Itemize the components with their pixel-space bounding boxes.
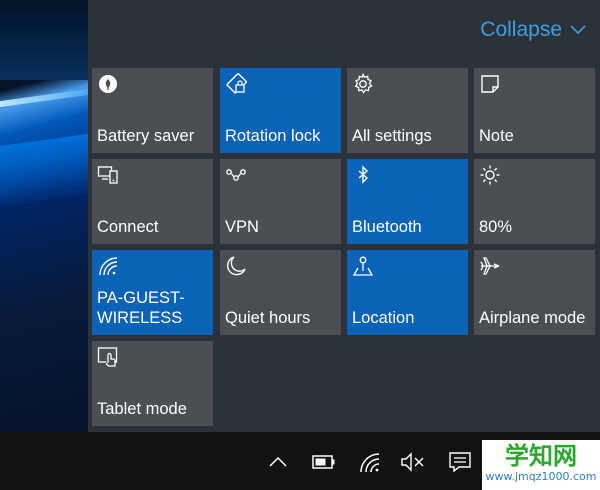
collapse-button[interactable]: Collapse xyxy=(480,18,586,42)
note-icon xyxy=(479,73,501,95)
location-icon xyxy=(352,255,374,277)
action-center-panel: Collapse Battery saver Rotation lock All… xyxy=(88,0,600,432)
connect-tile[interactable]: Connect xyxy=(92,159,213,244)
airplane-icon xyxy=(479,255,501,277)
chevron-down-icon xyxy=(570,18,586,42)
brightness-icon xyxy=(479,164,501,186)
vpn-tile[interactable]: VPN xyxy=(220,159,341,244)
battery-saver-tile[interactable]: Battery saver xyxy=(92,68,213,153)
watermark-url: www.jmqz1000.com xyxy=(485,470,597,483)
bluetooth-icon xyxy=(352,164,374,186)
leaf-icon xyxy=(97,73,119,95)
tile-label: Note xyxy=(479,127,514,145)
wifi-tile[interactable]: PA-GUEST- WIRELESS xyxy=(92,250,213,335)
desktop-light-beam xyxy=(0,88,88,108)
connect-icon xyxy=(97,164,119,186)
tablet-mode-tile[interactable]: Tablet mode xyxy=(92,341,213,426)
collapse-label: Collapse xyxy=(480,18,562,41)
watermark-title: 学知网 xyxy=(505,442,577,470)
tile-label: Rotation lock xyxy=(225,127,321,145)
all-settings-tile[interactable]: All settings xyxy=(347,68,468,153)
moon-icon xyxy=(225,255,247,277)
tile-label: PA-GUEST- WIRELESS xyxy=(97,289,185,327)
rotation-lock-tile[interactable]: Rotation lock xyxy=(220,68,341,153)
wifi-icon xyxy=(97,255,119,277)
airplane-mode-tile[interactable]: Airplane mode xyxy=(474,250,595,335)
chevron-up-icon[interactable] xyxy=(265,450,291,474)
desktop-light-band xyxy=(0,133,88,207)
tile-label: Connect xyxy=(97,218,159,236)
desktop-glow xyxy=(0,0,88,80)
bluetooth-tile[interactable]: Bluetooth xyxy=(347,159,468,244)
tile-label: Quiet hours xyxy=(225,309,311,327)
wifi-icon[interactable] xyxy=(358,450,384,474)
location-tile[interactable]: Location xyxy=(347,250,468,335)
tile-label: All settings xyxy=(352,127,432,145)
tablet-mode-icon xyxy=(97,346,119,368)
notification-icon[interactable] xyxy=(447,450,473,474)
quiet-hours-tile[interactable]: Quiet hours xyxy=(220,250,341,335)
tile-label: Location xyxy=(352,309,415,327)
vpn-icon xyxy=(225,164,247,186)
rotation-lock-icon xyxy=(225,73,247,95)
desktop-background xyxy=(0,0,88,432)
battery-icon[interactable] xyxy=(311,450,337,474)
tile-label: 80% xyxy=(479,218,513,236)
tile-label: Bluetooth xyxy=(352,218,422,236)
tile-label: VPN xyxy=(225,218,259,236)
note-tile[interactable]: Note xyxy=(474,68,595,153)
tile-label: Tablet mode xyxy=(97,400,187,418)
volume-muted-icon[interactable] xyxy=(400,450,426,474)
site-watermark: 学知网 www.jmqz1000.com xyxy=(482,440,600,490)
tile-label: Airplane mode xyxy=(479,309,586,327)
gear-icon xyxy=(352,73,374,95)
tile-label: Battery saver xyxy=(97,127,195,145)
brightness-tile[interactable]: 80% xyxy=(474,159,595,244)
